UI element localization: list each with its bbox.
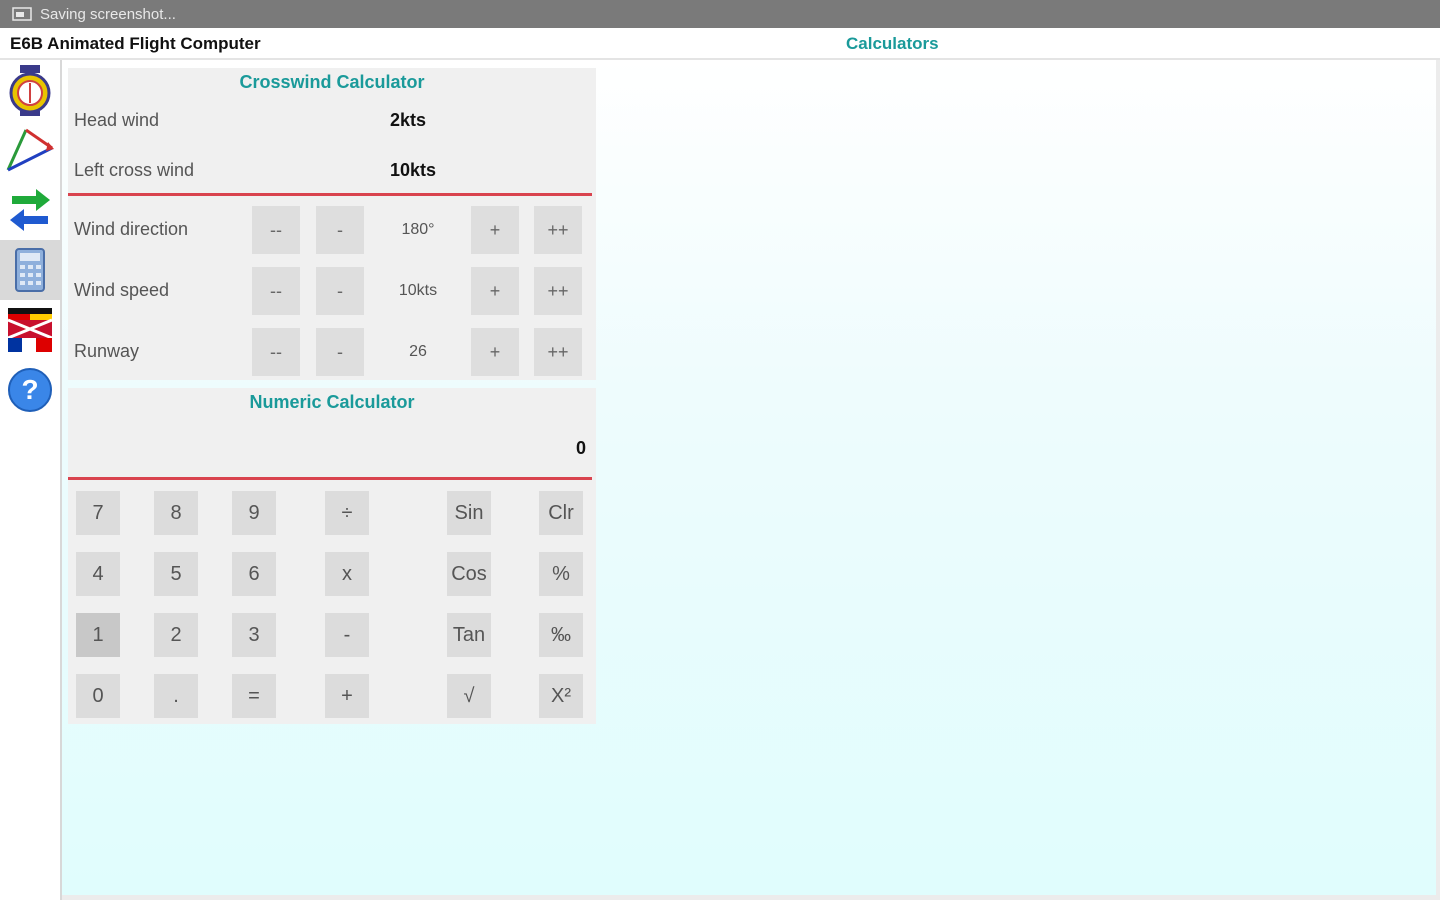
language-flags-icon <box>7 308 53 352</box>
sidebar-item-computer[interactable] <box>0 60 60 120</box>
wind-direction-inc-button[interactable]: + <box>471 206 519 254</box>
wind-speed-inc-button[interactable]: + <box>471 267 519 315</box>
key-5-button[interactable]: 5 <box>154 552 198 596</box>
key-decimal-button[interactable]: . <box>154 674 198 718</box>
help-icon: ? <box>8 368 52 412</box>
key-4-button[interactable]: 4 <box>76 552 120 596</box>
sidebar-item-language[interactable] <box>0 300 60 360</box>
status-text: Saving screenshot... <box>40 5 176 23</box>
svg-text:?: ? <box>21 374 38 405</box>
key-sqrt-button[interactable]: √ <box>447 674 491 718</box>
calculator-icon <box>15 248 45 292</box>
scroll-edge <box>1436 60 1440 900</box>
key-3-button[interactable]: 3 <box>232 613 276 657</box>
cross-wind-value: 10kts <box>390 160 437 180</box>
key-cos-button[interactable]: Cos <box>447 552 491 596</box>
key-minus-button[interactable]: - <box>325 613 369 657</box>
key-multiply-button[interactable]: x <box>325 552 369 596</box>
key-9-button[interactable]: 9 <box>232 491 276 535</box>
key-2-button[interactable]: 2 <box>154 613 198 657</box>
wind-speed-inc-big-button[interactable]: ++ <box>534 267 582 315</box>
sidebar-item-converter[interactable] <box>0 180 60 240</box>
wind-speed-dec-button[interactable]: - <box>316 267 364 315</box>
crosswind-title: Crosswind Calculator <box>239 72 425 92</box>
runway-inc-button[interactable]: + <box>471 328 519 376</box>
sidebar-item-help[interactable]: ? <box>0 360 60 420</box>
runway-label: Runway <box>74 341 140 361</box>
key-clear-button[interactable]: Clr <box>539 491 583 535</box>
section-title: Calculators <box>846 34 939 53</box>
calculator-display: 0 <box>575 438 586 458</box>
compass-icon <box>9 65 51 116</box>
numeric-divider <box>68 477 592 480</box>
head-wind-value: 2kts <box>390 110 427 130</box>
key-equals-button[interactable]: = <box>232 674 276 718</box>
key-plus-button[interactable]: + <box>325 674 369 718</box>
key-6-button[interactable]: 6 <box>232 552 276 596</box>
crosswind-divider <box>68 193 592 196</box>
head-wind-label: Head wind <box>74 110 160 130</box>
sidebar: ? <box>0 60 62 900</box>
convert-arrows-icon <box>10 189 50 231</box>
key-sin-button[interactable]: Sin <box>447 491 491 535</box>
numeric-title: Numeric Calculator <box>249 392 415 412</box>
wind-direction-dec-button[interactable]: - <box>316 206 364 254</box>
title-bar: E6B Animated Flight Computer Calculators <box>0 28 1440 60</box>
bottom-edge <box>62 895 1436 900</box>
runway-value: 26 <box>409 343 427 360</box>
app-title: E6B Animated Flight Computer <box>10 34 261 53</box>
numeric-calculator-panel: Numeric Calculator 0 7 8 9 ÷ Sin Clr 4 5 6 x Cos% 1… <box>68 388 596 724</box>
wind-speed-dec-big-button[interactable]: -- <box>252 267 300 315</box>
key-1-button[interactable]: 1 <box>76 613 120 657</box>
runway-inc-big-button[interactable]: ++ <box>534 328 582 376</box>
sidebar-item-wind-triangle[interactable] <box>0 120 60 180</box>
runway-dec-big-button[interactable]: -- <box>252 328 300 376</box>
sidebar-item-calculators[interactable] <box>0 240 60 300</box>
status-bar: Saving screenshot... <box>0 0 1440 28</box>
key-square-button[interactable]: X² <box>539 674 583 718</box>
crosswind-calculator-panel: Crosswind Calculator Head wind 2kts Left… <box>68 68 596 380</box>
wind-triangle-icon <box>6 128 54 172</box>
wind-speed-label: Wind speed <box>74 280 170 300</box>
runway-dec-button[interactable]: - <box>316 328 364 376</box>
wind-direction-label: Wind direction <box>74 219 189 239</box>
cross-wind-label: Left cross wind <box>74 160 195 180</box>
key-divide-button[interactable]: ÷ <box>325 491 369 535</box>
key-permille-button[interactable]: ‰ <box>539 613 583 657</box>
wind-speed-value: 10kts <box>398 282 438 299</box>
key-7-button[interactable]: 7 <box>76 491 120 535</box>
key-tan-button[interactable]: Tan <box>447 613 491 657</box>
key-percent-button[interactable]: % <box>539 552 583 596</box>
key-0-button[interactable]: 0 <box>76 674 120 718</box>
wind-direction-inc-big-button[interactable]: ++ <box>534 206 582 254</box>
screenshot-icon <box>12 7 32 21</box>
wind-direction-value: 180° <box>401 221 435 238</box>
key-8-button[interactable]: 8 <box>154 491 198 535</box>
wind-direction-dec-big-button[interactable]: -- <box>252 206 300 254</box>
